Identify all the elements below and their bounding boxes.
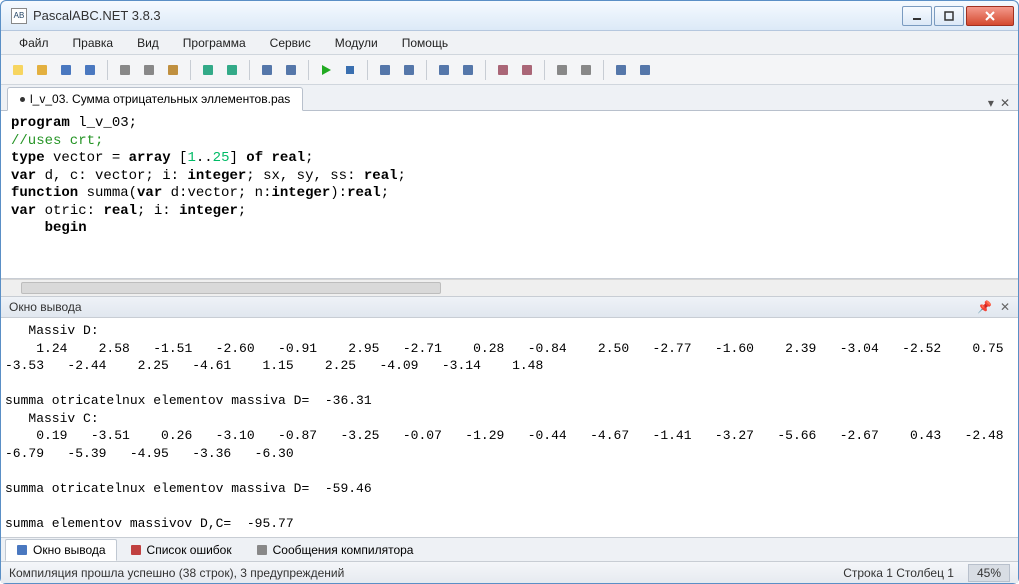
msg-icon bbox=[256, 544, 268, 556]
toolbar-separator bbox=[426, 60, 427, 80]
toolbar-separator bbox=[107, 60, 108, 80]
w2-button[interactable] bbox=[634, 59, 656, 81]
stepinto-button[interactable] bbox=[374, 59, 396, 81]
tab-dropdown-icon[interactable]: ▾ bbox=[988, 96, 994, 110]
close-button[interactable] bbox=[966, 6, 1014, 26]
output-line: 0.19 -3.51 0.26 -3.10 -0.87 -3.25 -0.07 … bbox=[5, 427, 1014, 462]
scrollbar-thumb[interactable] bbox=[21, 282, 441, 294]
fwd-button[interactable] bbox=[280, 59, 302, 81]
menu-сервис[interactable]: Сервис bbox=[260, 33, 321, 53]
output-line bbox=[5, 375, 1014, 393]
redo-button[interactable] bbox=[221, 59, 243, 81]
app-window: AB PascalABC.NET 3.8.3 ФайлПравкаВидПрог… bbox=[0, 0, 1019, 584]
toolbar-separator bbox=[190, 60, 191, 80]
menu-модули[interactable]: Модули bbox=[325, 33, 388, 53]
bottom-tab-msg[interactable]: Сообщения компилятора bbox=[245, 539, 425, 561]
panel-close-icon[interactable]: ✕ bbox=[1000, 300, 1010, 314]
output-line bbox=[5, 462, 1014, 480]
bottom-tab-label: Список ошибок bbox=[147, 543, 232, 557]
menu-программа[interactable]: Программа bbox=[173, 33, 256, 53]
stepover-button[interactable] bbox=[398, 59, 420, 81]
maximize-button[interactable] bbox=[934, 6, 964, 26]
out-icon bbox=[16, 544, 28, 556]
window-title: PascalABC.NET 3.8.3 bbox=[33, 8, 900, 23]
toolbar-separator bbox=[544, 60, 545, 80]
app-icon: AB bbox=[11, 8, 27, 24]
menu-файл[interactable]: Файл bbox=[9, 33, 59, 53]
menu-помощь[interactable]: Помощь bbox=[392, 33, 458, 53]
menu-правка[interactable]: Правка bbox=[63, 33, 124, 53]
paste-button[interactable] bbox=[162, 59, 184, 81]
editor-hscrollbar[interactable] bbox=[1, 279, 1018, 296]
statusbar: Компиляция прошла успешно (38 строк), 3 … bbox=[1, 561, 1018, 583]
copy-button[interactable] bbox=[138, 59, 160, 81]
output-line: summa elementov massivov D,C= -95.77 bbox=[5, 515, 1014, 533]
modified-dot-icon bbox=[20, 97, 25, 102]
toolbar-separator bbox=[308, 60, 309, 80]
stop-button[interactable] bbox=[339, 59, 361, 81]
bottom-tab-strip: Окно вывода Список ошибок Сообщения компил… bbox=[1, 537, 1018, 561]
output-panel-title: Окно вывода bbox=[9, 300, 82, 314]
minimize-button[interactable] bbox=[902, 6, 932, 26]
toolbar-separator bbox=[367, 60, 368, 80]
toolbar-separator bbox=[249, 60, 250, 80]
menu-вид[interactable]: Вид bbox=[127, 33, 169, 53]
run-button[interactable] bbox=[315, 59, 337, 81]
tab-label: l_v_03. Сумма отрицательных эллементов.p… bbox=[30, 92, 290, 106]
cursor-position: Строка 1 Столбец 1 bbox=[843, 566, 954, 580]
window-controls bbox=[900, 6, 1014, 26]
t1-button[interactable] bbox=[551, 59, 573, 81]
tab-strip: l_v_03. Сумма отрицательных эллементов.p… bbox=[1, 85, 1018, 111]
w1-button[interactable] bbox=[610, 59, 632, 81]
bottom-tab-label: Окно вывода bbox=[33, 543, 106, 557]
p2-button[interactable] bbox=[516, 59, 538, 81]
open-button[interactable] bbox=[31, 59, 53, 81]
menubar: ФайлПравкаВидПрограммаСервисМодулиПомощь bbox=[1, 31, 1018, 55]
toolbar bbox=[1, 55, 1018, 85]
output-line: summa otricatelnux elementov massiva D= … bbox=[5, 392, 1014, 410]
bottom-tab-err[interactable]: Список ошибок bbox=[119, 539, 243, 561]
saveall-button[interactable] bbox=[79, 59, 101, 81]
output-line: Massiv C: bbox=[5, 410, 1014, 428]
t2-button[interactable] bbox=[575, 59, 597, 81]
titlebar: AB PascalABC.NET 3.8.3 bbox=[1, 1, 1018, 31]
output-panel-header: Окно вывода 📌 ✕ bbox=[1, 296, 1018, 318]
pin-icon[interactable]: 📌 bbox=[977, 300, 992, 314]
output-line: Massiv D: bbox=[5, 322, 1014, 340]
cut-button[interactable] bbox=[114, 59, 136, 81]
tab-close-icon[interactable]: ✕ bbox=[1000, 96, 1010, 110]
undo-button[interactable] bbox=[197, 59, 219, 81]
output-panel[interactable]: Massiv D: 1.24 2.58 -1.51 -2.60 -0.91 2.… bbox=[1, 318, 1018, 537]
output-line: 1.24 2.58 -1.51 -2.60 -0.91 2.95 -2.71 0… bbox=[5, 340, 1014, 375]
toolbar-separator bbox=[485, 60, 486, 80]
compile-status: Компиляция прошла успешно (38 строк), 3 … bbox=[9, 566, 344, 580]
save-button[interactable] bbox=[55, 59, 77, 81]
code-editor[interactable]: program l_v_03;//uses crt;type vector = … bbox=[1, 111, 1018, 279]
output-line: summa otricatelnux elementov massiva D= … bbox=[5, 480, 1014, 498]
toolbar-separator bbox=[603, 60, 604, 80]
editor-tab[interactable]: l_v_03. Сумма отрицательных эллементов.p… bbox=[7, 87, 303, 111]
err-icon bbox=[130, 544, 142, 556]
new-button[interactable] bbox=[7, 59, 29, 81]
bottom-tab-label: Сообщения компилятора bbox=[273, 543, 414, 557]
output-line bbox=[5, 497, 1014, 515]
b1-button[interactable] bbox=[433, 59, 455, 81]
p1-button[interactable] bbox=[492, 59, 514, 81]
zoom-level[interactable]: 45% bbox=[968, 564, 1010, 582]
b2-button[interactable] bbox=[457, 59, 479, 81]
back-button[interactable] bbox=[256, 59, 278, 81]
bottom-tab-out[interactable]: Окно вывода bbox=[5, 539, 117, 561]
